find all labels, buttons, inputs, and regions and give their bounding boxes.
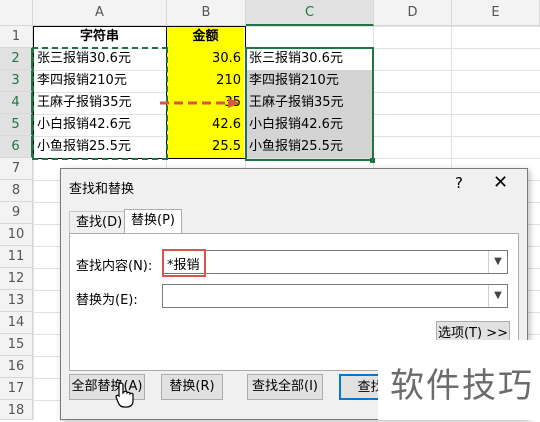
row-header-12[interactable]: 12 xyxy=(0,268,33,290)
row-header-13[interactable]: 13 xyxy=(0,290,33,312)
selection-range xyxy=(245,47,374,161)
tab-replace[interactable]: 替换(P) xyxy=(124,209,182,234)
row-header-18[interactable]: 18 xyxy=(0,400,33,420)
row-header-15[interactable]: 15 xyxy=(0,334,33,356)
find-label: 查找内容(N): xyxy=(76,259,153,274)
replace-button[interactable]: 替换(R) xyxy=(161,374,223,400)
cell-b1-header[interactable]: 金额 xyxy=(167,26,244,48)
column-header-b[interactable]: B xyxy=(167,0,246,26)
cell-b3[interactable]: 210 xyxy=(167,70,244,92)
row-header-7[interactable]: 7 xyxy=(0,158,33,180)
dialog-title: 查找和替换 xyxy=(69,182,135,197)
row-header-4[interactable]: 4 xyxy=(0,92,33,114)
tab-find[interactable]: 查找(D) xyxy=(69,211,130,233)
replace-input[interactable]: ▼ xyxy=(162,284,508,308)
row-header-1[interactable]: 1 xyxy=(0,26,33,48)
row-header-14[interactable]: 14 xyxy=(0,312,33,334)
row-header-9[interactable]: 9 xyxy=(0,202,33,224)
close-icon[interactable]: ✕ xyxy=(493,172,508,193)
hand-cursor-icon xyxy=(115,382,134,408)
column-header-d[interactable]: D xyxy=(374,0,452,26)
fill-handle[interactable] xyxy=(370,158,375,163)
column-header-c[interactable]: C xyxy=(246,0,374,26)
row-header-16[interactable]: 16 xyxy=(0,356,33,378)
row-header-5[interactable]: 5 xyxy=(0,114,33,136)
find-input[interactable]: *报销 ▼ xyxy=(162,249,508,277)
help-icon[interactable]: ? xyxy=(455,174,463,192)
row-header-2[interactable]: 2 xyxy=(0,48,33,70)
chevron-down-icon[interactable]: ▼ xyxy=(488,251,507,273)
cell-b5[interactable]: 42.6 xyxy=(167,114,244,136)
row-header-11[interactable]: 11 xyxy=(0,246,33,268)
chevron-down-icon[interactable]: ▼ xyxy=(488,285,507,307)
row-header-17[interactable]: 17 xyxy=(0,378,33,400)
row-header-6[interactable]: 6 xyxy=(0,136,33,158)
replace-label: 替换为(E): xyxy=(76,293,138,308)
row-header-10[interactable]: 10 xyxy=(0,224,33,246)
copy-marquee xyxy=(32,47,168,160)
find-all-button[interactable]: 查找全部(I) xyxy=(247,374,323,400)
column-header-a[interactable]: A xyxy=(33,0,167,26)
watermark: 软件技巧 xyxy=(390,366,534,406)
cell-a1-header[interactable]: 字符串 xyxy=(34,26,165,48)
row-header-3[interactable]: 3 xyxy=(0,70,33,92)
select-all-corner[interactable] xyxy=(0,0,33,26)
column-header-e[interactable]: E xyxy=(452,0,540,26)
row-header-8[interactable]: 8 xyxy=(0,180,33,202)
cell-b6[interactable]: 25.5 xyxy=(167,136,244,158)
cell-b2[interactable]: 30.6 xyxy=(167,48,244,70)
arrow-icon xyxy=(160,98,240,108)
find-highlight xyxy=(162,249,206,277)
